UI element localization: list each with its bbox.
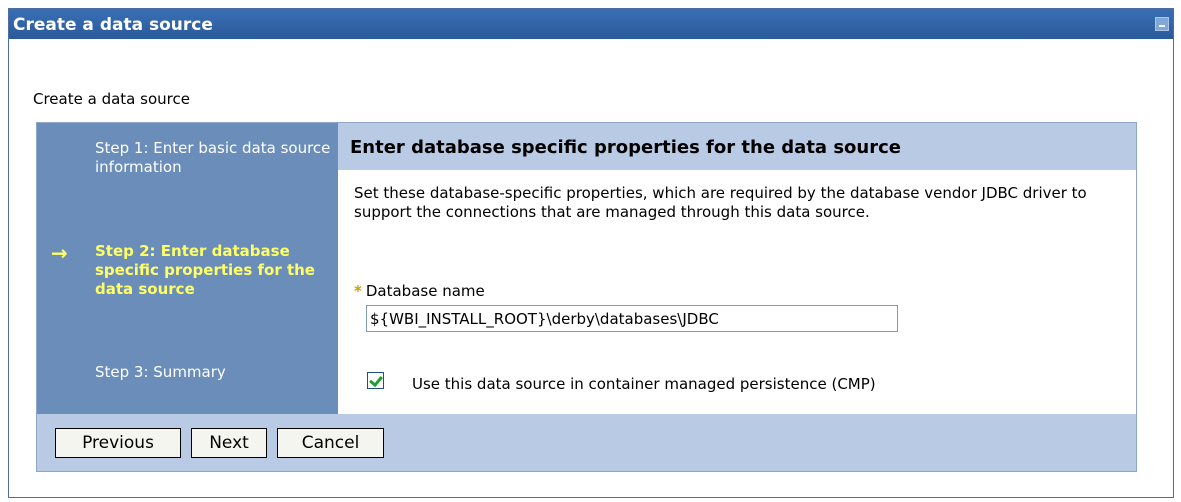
next-button[interactable]: Next (191, 428, 267, 458)
create-data-source-panel: Create a data source Create a data sourc… (8, 8, 1174, 498)
content-heading: Enter database specific properties for t… (350, 137, 901, 158)
current-step-arrow-icon: → (51, 241, 68, 265)
database-name-label-text: Database name (365, 282, 485, 300)
page-subtitle: Create a data source (33, 90, 190, 108)
step-2: Step 2: Enter database specific properti… (95, 242, 315, 298)
wizard: Step 1: Enter basic data source informat… (36, 122, 1137, 472)
button-bar: Previous Next Cancel (37, 414, 1136, 471)
step-3: Step 3: Summary (95, 363, 226, 381)
cmp-checkbox[interactable] (367, 372, 384, 389)
wizard-content: Enter database specific properties for t… (338, 123, 1136, 414)
database-name-label: * Database name (354, 282, 485, 300)
cancel-button[interactable]: Cancel (277, 428, 384, 458)
cmp-checkbox-label: Use this data source in container manage… (412, 375, 876, 393)
required-marker: * (354, 282, 362, 300)
database-name-input[interactable] (366, 305, 898, 332)
description-text: Set these database-specific properties, … (354, 184, 1087, 221)
window-title: Create a data source (13, 15, 213, 35)
minimize-icon[interactable] (1155, 17, 1169, 31)
previous-button[interactable]: Previous (55, 428, 181, 458)
step-1: Step 1: Enter basic data source informat… (95, 139, 331, 176)
content-header: Enter database specific properties for t… (338, 123, 1136, 170)
title-bar: Create a data source (9, 9, 1173, 39)
wizard-steps: Step 1: Enter basic data source informat… (37, 123, 338, 414)
